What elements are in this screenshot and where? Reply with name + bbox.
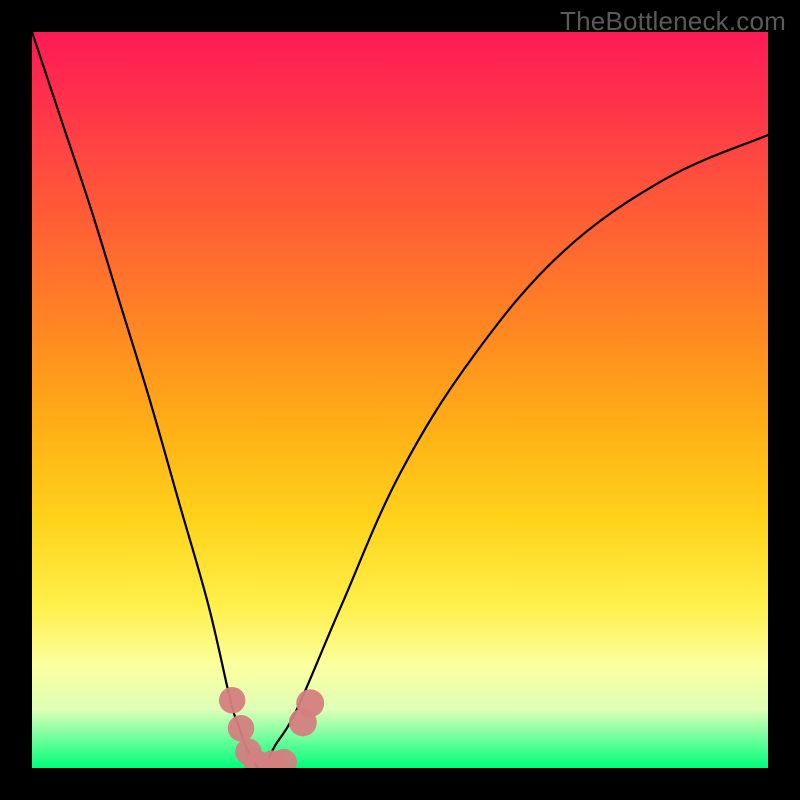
marker-group (219, 687, 324, 768)
bottleneck-curve (32, 32, 768, 768)
plot-area (32, 32, 768, 768)
marker-right-b (296, 689, 324, 717)
marker-left-mid (228, 715, 255, 742)
chart-frame: TheBottleneck.com (0, 0, 800, 800)
watermark-text: TheBottleneck.com (560, 6, 786, 37)
marker-left-top (219, 687, 246, 714)
overlay-svg (32, 32, 768, 768)
